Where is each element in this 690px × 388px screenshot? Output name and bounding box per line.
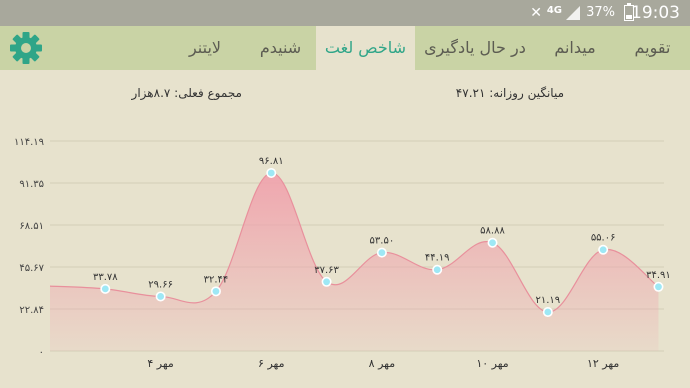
tab-calendar[interactable]: تقویم: [615, 26, 690, 70]
daily-average: میانگین روزانه: ۴۷.۲۱: [455, 86, 564, 100]
tab-heard[interactable]: شنیدم: [245, 26, 316, 70]
y-tick-label: ۶۸.۵۱: [19, 221, 44, 232]
word-index-chart: ۰ ۲۲.۸۴ ۴۵.۶۷ ۶۸.۵۱ ۹۱.۳۵ ۱۱۴.۱۹ ۳۳.۷۸ ۲۹.۶۶ ۳۲.…: [14, 137, 671, 370]
data-point: [321, 276, 332, 287]
data-point: [155, 291, 166, 302]
tab-known[interactable]: میدانم: [535, 26, 615, 70]
y-tick-label: ۹۱.۳۵: [19, 179, 44, 190]
data-label: ۵۵.۰۶: [591, 233, 616, 244]
data-label: ۹۶.۸۱: [259, 156, 284, 167]
data-label: ۲۱.۱۹: [536, 295, 561, 306]
data-label: ۵۸.۸۸: [480, 226, 505, 237]
data-label: ۳۷.۶۳: [314, 265, 339, 276]
y-tick-label: ۲۲.۸۴: [19, 305, 44, 316]
data-point: [432, 264, 443, 275]
tab-bar: تقویم میدانم در حال یادگیری شاخص لغت شنی…: [0, 26, 690, 70]
data-point: [376, 247, 387, 258]
data-label: ۵۳.۵۰: [370, 236, 395, 247]
clock: 19:03: [631, 3, 680, 23]
y-tick-label: ۱۱۴.۱۹: [14, 137, 44, 148]
data-point: [542, 307, 553, 318]
y-tick-label: ۴۵.۶۷: [19, 263, 44, 274]
tab-word-index[interactable]: شاخص لغت: [316, 26, 415, 70]
gear-icon[interactable]: [8, 31, 44, 65]
data-label: ۳۳.۷۸: [93, 272, 118, 283]
data-point: [598, 244, 609, 255]
data-label: ۳۴.۹۱: [646, 270, 671, 281]
data-point: [653, 281, 664, 292]
tab-learning[interactable]: در حال یادگیری: [415, 26, 535, 70]
x-tick-label: ۱۰ مهر: [476, 357, 508, 370]
x-tick-label: ۸ مهر: [369, 357, 396, 370]
mute-icon: ✕: [530, 5, 542, 21]
data-point: [487, 237, 498, 248]
x-tick-label: ۴ مهر: [147, 357, 174, 370]
network-type: 4G: [546, 5, 562, 16]
data-label: ۲۹.۶۶: [148, 279, 173, 290]
battery-percent: 37%: [586, 5, 615, 20]
area-fill: [50, 172, 659, 351]
signal-icon: [566, 6, 580, 20]
data-point: [210, 286, 221, 297]
data-point: [266, 167, 277, 178]
total-current: مجموع فعلی: ۸.۷هزار: [131, 86, 242, 100]
status-bar: ✕ 4G 37% 19:03: [0, 0, 690, 26]
data-point: [100, 283, 111, 294]
data-label: ۳۲.۴۴: [204, 274, 229, 285]
y-tick-label: ۰: [39, 347, 44, 358]
tab-leitner[interactable]: لایتنر: [165, 26, 245, 70]
data-label: ۴۴.۱۹: [425, 253, 450, 264]
x-tick-label: ۱۲ مهر: [587, 357, 619, 370]
x-tick-label: ۶ مهر: [258, 357, 285, 370]
